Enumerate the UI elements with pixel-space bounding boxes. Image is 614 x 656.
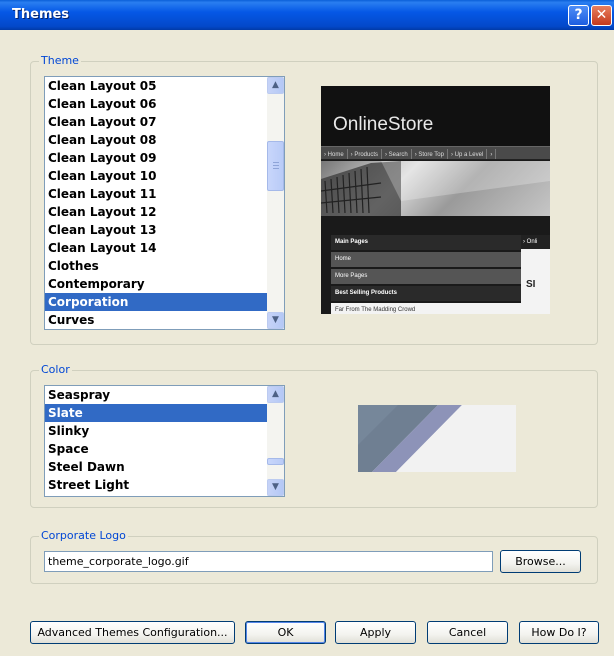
preview-nav-item: › Up a Level [448,149,488,159]
window-title: Themes [12,7,70,22]
list-item[interactable]: Corporation [45,293,284,311]
list-item[interactable]: Clean Layout 12 [45,203,284,221]
list-item[interactable]: Clean Layout 05 [45,77,284,95]
preview-best-selling: Best Selling Products [331,286,521,301]
list-item[interactable]: Clean Layout 06 [45,95,284,113]
preview-nav-item: › Store Top [412,149,448,159]
help-icon[interactable]: ? [568,5,589,26]
color-swatch-preview [358,405,516,472]
color-list-scrollbar[interactable]: ▲ ▼ [267,386,284,496]
list-item[interactable]: Contemporary [45,275,284,293]
scroll-down-arrow-icon[interactable]: ▼ [267,479,284,496]
scroll-thumb[interactable] [267,141,284,191]
theme-preview: OnlineStore › Home › Products › Search › St… [321,86,550,314]
color-list[interactable]: Seaspray Slate Slinky Space Steel Dawn Street… [44,385,285,497]
list-item[interactable]: Clean Layout 09 [45,149,284,167]
preview-sidebar: Main Pages Home More Pages Best Selling … [331,235,522,314]
list-item[interactable]: Clothes [45,257,284,275]
list-item[interactable]: Curves [45,311,284,329]
preview-side-item: More Pages [331,269,521,284]
preview-nav: › Home › Products › Search › Store Top › Up … [321,146,550,160]
theme-list[interactable]: Clean Layout 05 Clean Layout 06 Clean Layo… [44,76,285,330]
preview-nav-item: › Products [348,149,383,159]
preview-nav-item: › Search [382,149,412,159]
scroll-up-arrow-icon[interactable]: ▲ [267,386,284,403]
preview-banner-image [321,161,550,216]
list-item[interactable]: Clean Layout 07 [45,113,284,131]
color-legend: Color [39,363,72,376]
scroll-thumb[interactable] [267,458,284,465]
logo-legend: Corporate Logo [39,529,128,542]
browse-button[interactable]: Browse... [500,550,581,573]
list-item[interactable]: Seaspray [45,386,284,404]
preview-header: OnlineStore [321,86,550,146]
close-icon[interactable]: ✕ [591,5,612,26]
list-item[interactable]: Clean Layout 14 [45,239,284,257]
preview-product: Far From The Madding Crowd [331,303,521,314]
theme-legend: Theme [39,54,81,67]
preview-side-header: Main Pages [331,235,521,250]
preview-nav-item: › Home [321,149,348,159]
preview-logo: OnlineStore [333,114,434,135]
apply-button[interactable]: Apply [335,621,416,644]
list-item[interactable]: Clean Layout 13 [45,221,284,239]
list-item[interactable]: Street Light [45,476,284,494]
list-item[interactable]: Steel Dawn [45,458,284,476]
preview-side-item: Home [331,252,521,267]
title-bar: Themes ? ✕ [0,0,614,30]
list-item[interactable]: Clean Layout 08 [45,131,284,149]
logo-file-field[interactable]: theme_corporate_logo.gif [44,551,493,572]
advanced-themes-button[interactable]: Advanced Themes Configuration... [30,621,235,644]
list-item[interactable]: Slinky [45,422,284,440]
scroll-up-arrow-icon[interactable]: ▲ [267,77,284,94]
preview-main-text: SI [526,279,536,290]
how-do-i-button[interactable]: How Do I? [519,621,599,644]
list-item[interactable]: Clean Layout 11 [45,185,284,203]
preview-main: › Onli SI [521,235,550,314]
list-item[interactable]: Space [45,440,284,458]
ok-button[interactable]: OK [245,621,326,644]
preview-nav-item: › [487,149,497,159]
theme-list-scrollbar[interactable]: ▲ ▼ [267,77,284,329]
list-item[interactable]: Clean Layout 10 [45,167,284,185]
scroll-down-arrow-icon[interactable]: ▼ [267,312,284,329]
cancel-button[interactable]: Cancel [427,621,508,644]
preview-main-head: › Onli [521,235,550,249]
list-item[interactable]: Slate [45,404,284,422]
